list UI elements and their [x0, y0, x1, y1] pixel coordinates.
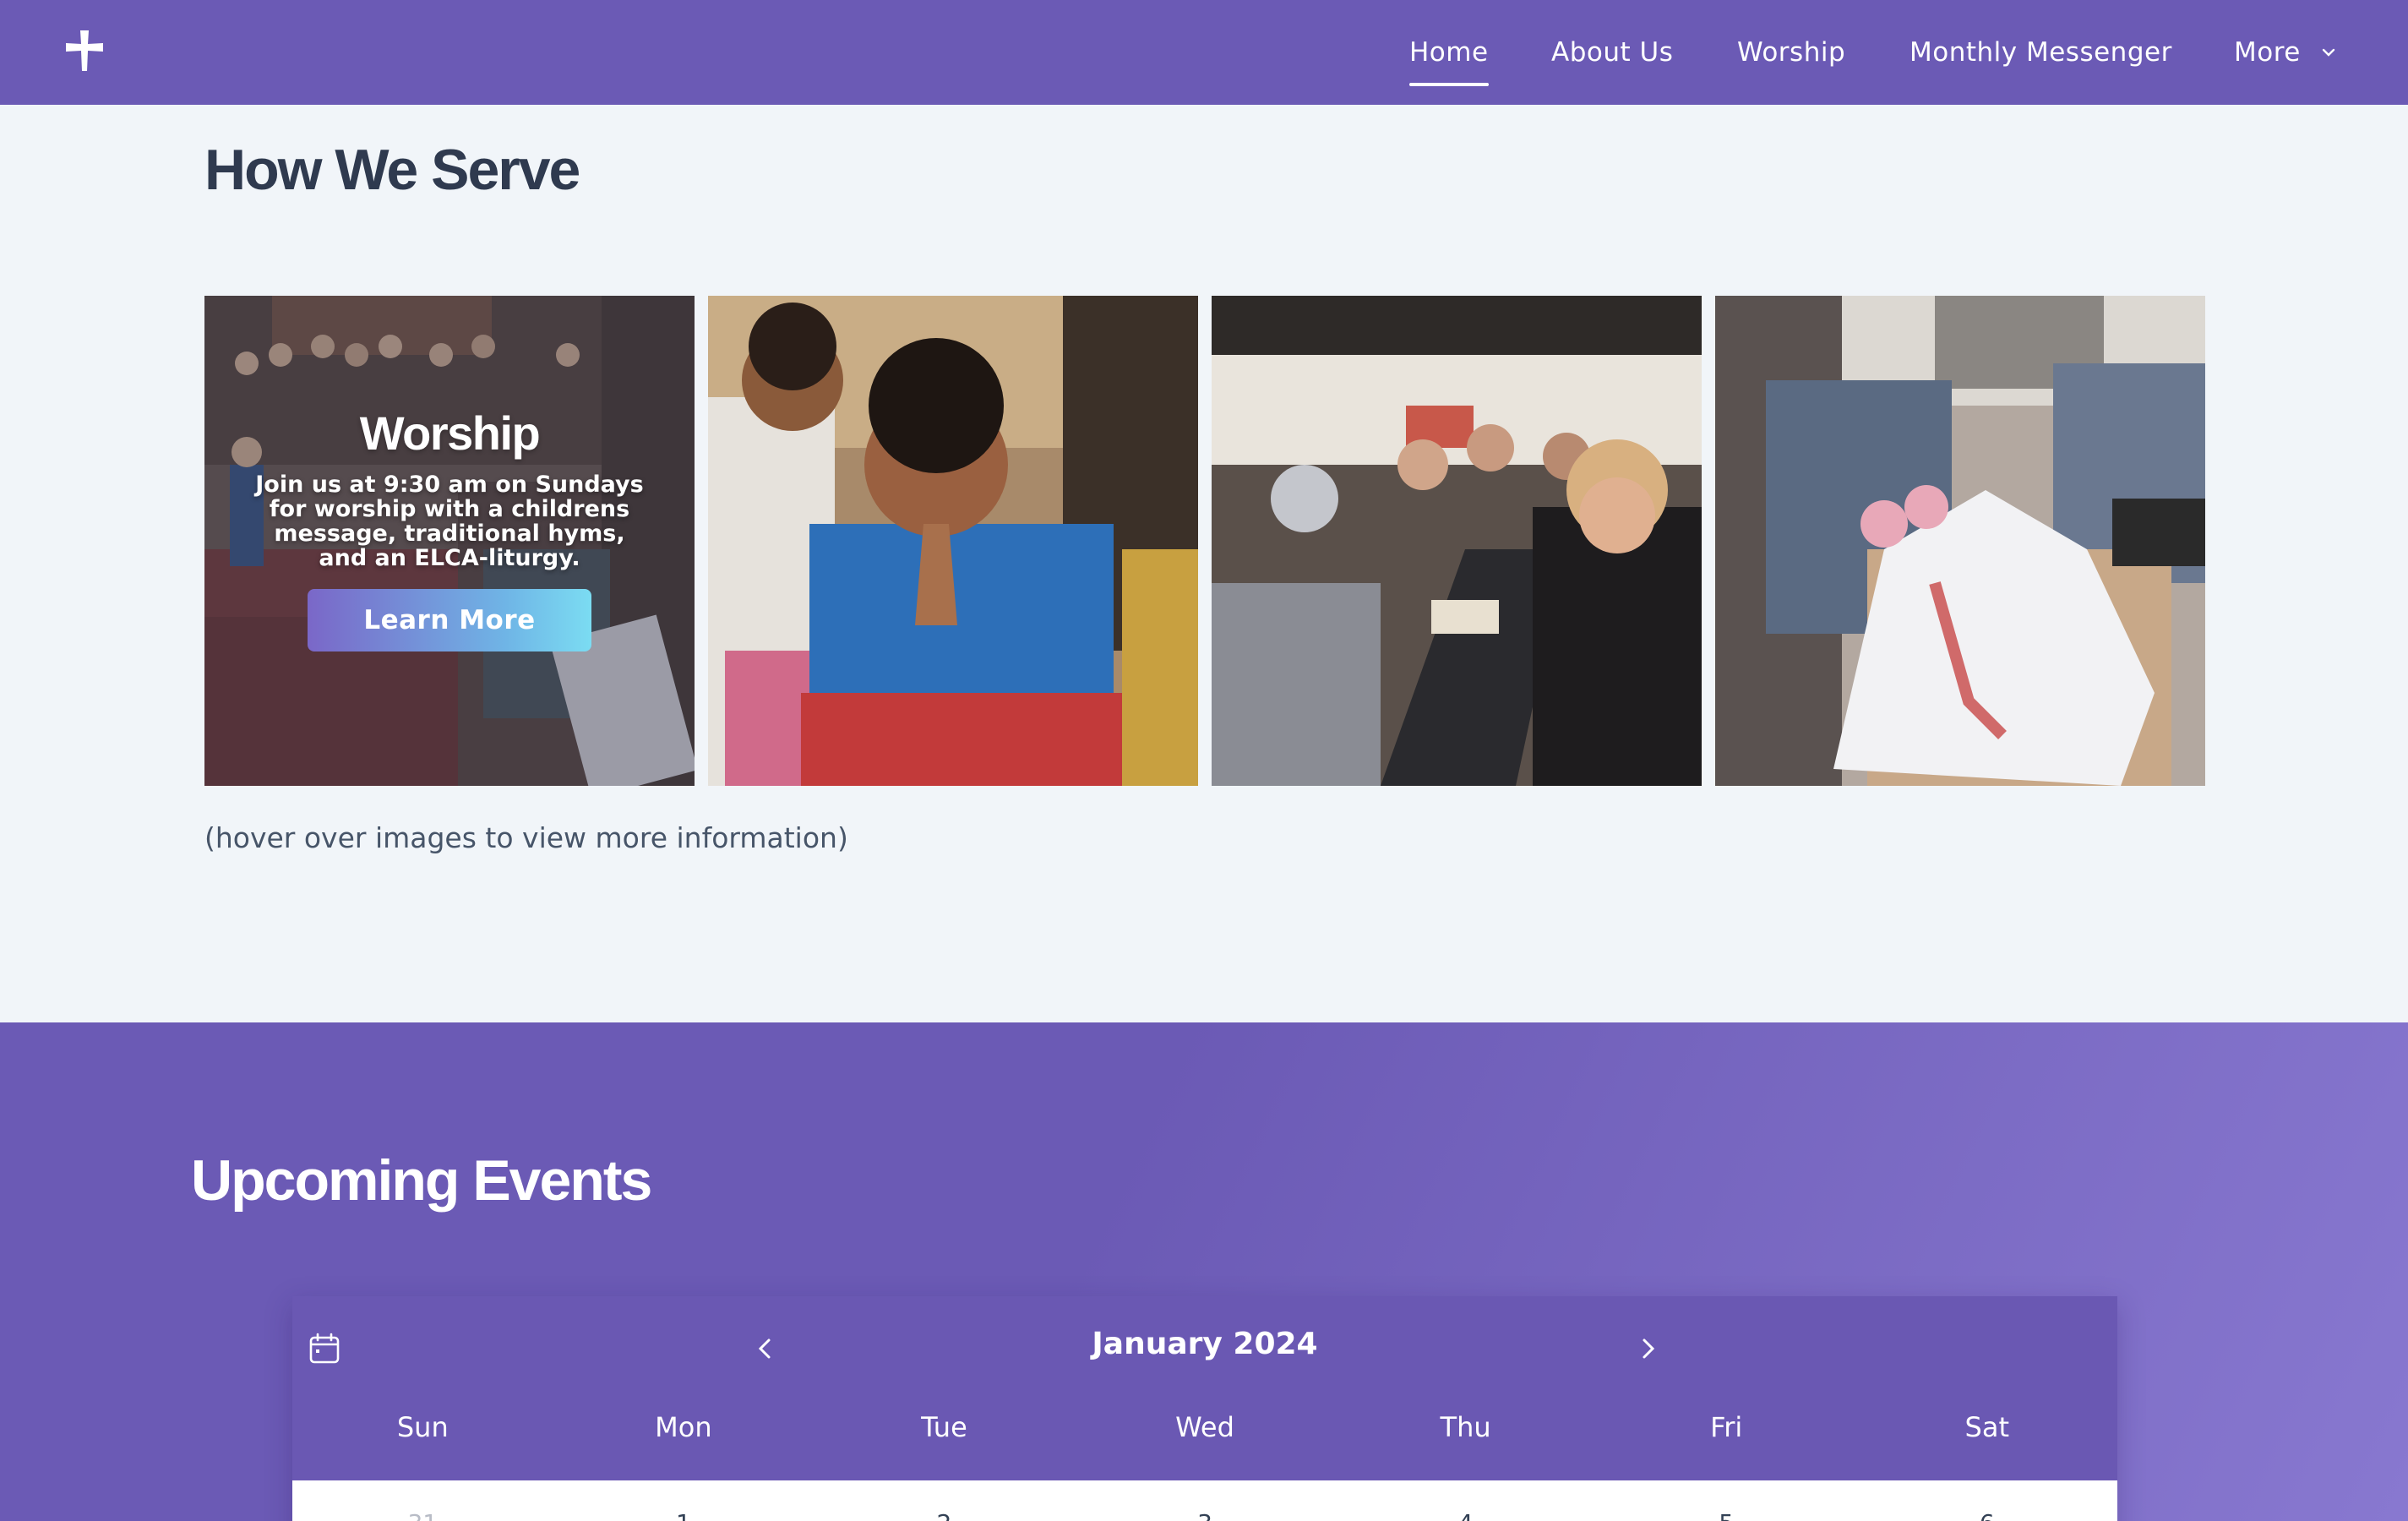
nav-about-us[interactable]: About Us [1551, 0, 1673, 105]
card-description: Join us at 9:30 am on Sundays for worshi… [255, 472, 644, 571]
nav-more[interactable]: More [2234, 0, 2338, 105]
calendar-date[interactable]: 1 [553, 1480, 814, 1521]
serve-card-worship[interactable]: Worship Join us at 9:30 am on Sundays fo… [204, 296, 695, 786]
hover-hint-text: (hover over images to view more informat… [204, 821, 848, 854]
section-title-how-we-serve: How We Serve [204, 138, 580, 202]
nav-monthly-messenger[interactable]: Monthly Messenger [1910, 0, 2172, 105]
nav-home[interactable]: Home [1409, 0, 1489, 105]
serve-card-dinner[interactable] [1212, 296, 1702, 786]
praying-child-photo [708, 296, 1198, 786]
community-dinner-photo [1212, 296, 1702, 786]
weekday-mon: Mon [655, 1411, 712, 1443]
calendar-month-label: January 2024 [1092, 1327, 1318, 1361]
section-title-upcoming-events: Upcoming Events [191, 1148, 652, 1213]
chevron-down-icon [2322, 48, 2335, 57]
calendar-grid: 31 1 2 3 4 5 6 [292, 1480, 2117, 1521]
weekday-wed: Wed [1175, 1411, 1234, 1443]
weekday-sun: Sun [396, 1411, 449, 1443]
top-navbar: Home About Us Worship Monthly Messenger … [0, 0, 2408, 105]
card-worship-content: Worship Join us at 9:30 am on Sundays fo… [255, 406, 644, 651]
weekday-tue: Tue [921, 1411, 967, 1443]
upcoming-events-section: Upcoming Events January 2024 Sun Mon Tue… [0, 1022, 2408, 1521]
learn-more-button[interactable]: Learn More [308, 589, 591, 651]
chevron-right-icon[interactable] [1632, 1333, 1663, 1364]
calendar-date[interactable]: 5 [1596, 1480, 1857, 1521]
calendar-weekday-header: Sun Mon Tue Wed Thu Fri Sat [292, 1411, 2117, 1443]
serve-card-prayer[interactable] [708, 296, 1198, 786]
calendar-date[interactable]: 4 [1335, 1480, 1596, 1521]
weekday-sat: Sat [1964, 1411, 2009, 1443]
weekday-fri: Fri [1710, 1411, 1743, 1443]
calendar-date[interactable]: 2 [814, 1480, 1075, 1521]
calendar-date[interactable]: 3 [1075, 1480, 1336, 1521]
nav-more-label: More [2234, 37, 2301, 68]
food-packing-photo [1715, 296, 2205, 786]
calendar-date[interactable]: 31 [292, 1480, 553, 1521]
nav-worship[interactable]: Worship [1737, 0, 1845, 105]
weekday-thu: Thu [1440, 1411, 1491, 1443]
cross-logo-icon[interactable] [61, 27, 108, 74]
card-heading: Worship [359, 406, 541, 460]
calendar-date[interactable]: 6 [1856, 1480, 2117, 1521]
events-calendar: January 2024 Sun Mon Tue Wed Thu Fri Sat… [292, 1296, 2117, 1521]
serve-card-outreach[interactable] [1715, 296, 2205, 786]
